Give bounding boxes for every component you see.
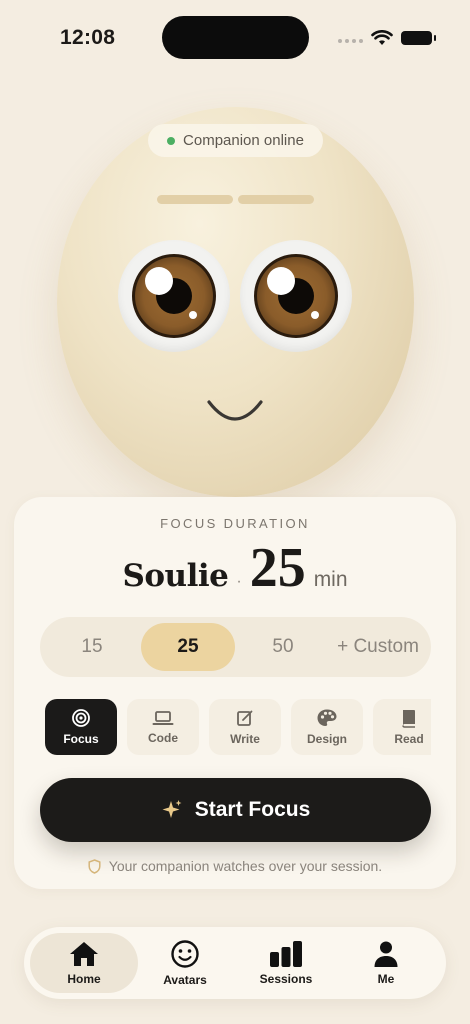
tab-sessions[interactable]: Sessions (232, 933, 340, 993)
status-icons (338, 28, 436, 48)
title-separator: · (236, 573, 242, 590)
book-icon (402, 710, 415, 728)
cellular-signal-icon (338, 39, 363, 43)
dynamic-island (162, 16, 309, 59)
focus-title: Soulie · 25 min (0, 536, 470, 600)
tab-me[interactable]: Me (332, 933, 440, 993)
mode-focus[interactable]: Focus (45, 699, 117, 755)
home-icon (70, 942, 98, 966)
bar-chart-icon (270, 941, 302, 967)
mode-write-label: Write (230, 732, 260, 746)
person-icon (374, 941, 398, 967)
edit-icon (237, 710, 253, 726)
tab-sessions-label: Sessions (259, 972, 313, 986)
mode-read-label: Read (394, 732, 424, 746)
minutes-unit: min (313, 568, 348, 591)
smile-mouth (207, 400, 263, 421)
companion-status-text: Companion online (183, 132, 304, 149)
session-note: Your companion watches over your session… (0, 858, 470, 874)
tab-avatars-label: Avatars (163, 973, 207, 987)
duration-option-custom[interactable]: + Custom (331, 623, 425, 671)
target-icon (72, 709, 90, 727)
focus-duration-label: FOCUS DURATION (160, 516, 310, 531)
companion-name: Soulie (122, 558, 229, 594)
start-focus-button[interactable]: Start Focus (40, 778, 431, 842)
wifi-icon (371, 30, 393, 45)
duration-option-50[interactable]: 50 (237, 623, 329, 671)
mode-selector[interactable]: Focus Code Write Design Read (40, 697, 431, 757)
mode-code-label: Code (148, 731, 178, 745)
tab-bar: Home Avatars Sessions Me (24, 927, 446, 999)
right-eye (240, 240, 352, 352)
mode-code[interactable]: Code (127, 699, 199, 755)
session-note-text: Your companion watches over your session… (108, 858, 383, 874)
sparkle-icon (162, 800, 182, 818)
left-eyebrow (157, 195, 233, 204)
companion-status-badge: Companion online (148, 124, 323, 157)
battery-icon (401, 31, 436, 45)
mode-design[interactable]: Design (291, 699, 363, 755)
tab-me-label: Me (377, 972, 395, 986)
duration-selector: 15 25 50 + Custom (40, 617, 431, 677)
tab-home-label: Home (67, 972, 101, 986)
shield-icon (88, 858, 101, 874)
duration-option-25[interactable]: 25 (141, 623, 235, 671)
companion-avatar[interactable] (57, 107, 414, 497)
tab-home[interactable]: Home (30, 933, 138, 993)
left-eye (118, 240, 230, 352)
palette-icon (317, 709, 337, 726)
mode-focus-label: Focus (63, 732, 99, 746)
right-eyebrow (238, 195, 314, 204)
mode-read[interactable]: Read (373, 699, 431, 755)
mode-design-label: Design (306, 732, 347, 746)
smiley-icon (171, 940, 199, 968)
laptop-icon (152, 711, 174, 725)
start-focus-label: Start Focus (194, 798, 311, 821)
status-time: 12:08 (60, 26, 116, 49)
tab-avatars[interactable]: Avatars (131, 933, 239, 993)
online-dot-icon (167, 136, 176, 145)
duration-option-15[interactable]: 15 (46, 623, 138, 671)
mode-write[interactable]: Write (209, 699, 281, 755)
minutes-value: 25 (249, 537, 306, 599)
